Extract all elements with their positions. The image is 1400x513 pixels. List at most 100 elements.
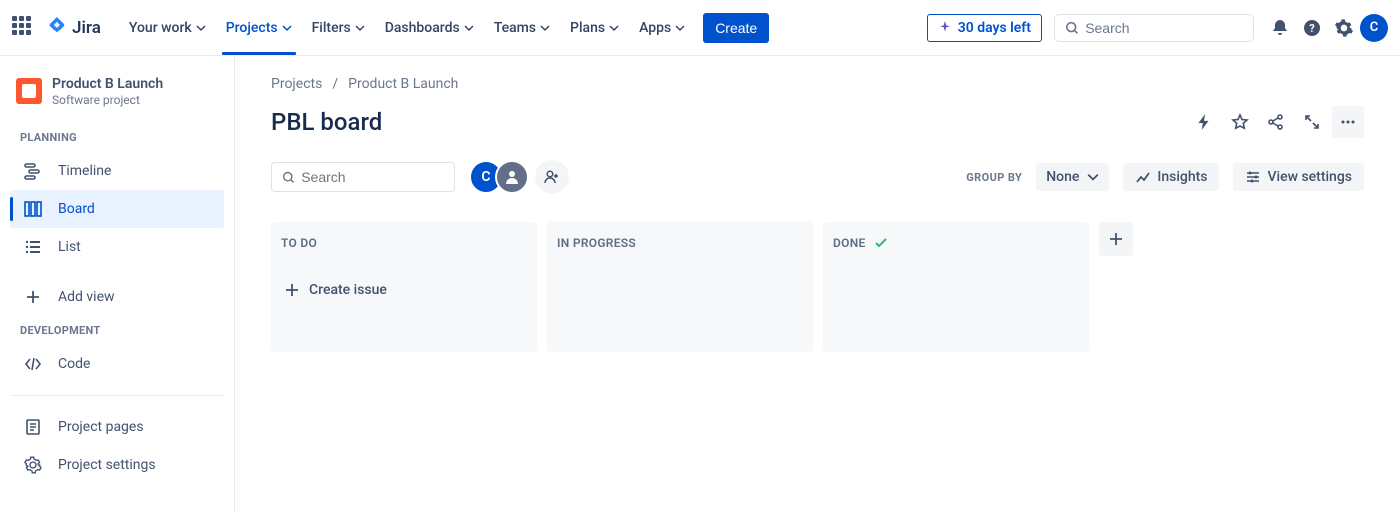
sidebar-item-label: Timeline <box>58 163 111 179</box>
create-issue-label: Create issue <box>309 282 387 298</box>
board-icon <box>22 198 44 220</box>
sidebar-item-project-pages[interactable]: Project pages <box>10 408 224 446</box>
chevron-down-icon <box>609 23 619 33</box>
chevron-down-icon <box>464 23 474 33</box>
star-button[interactable] <box>1224 106 1256 138</box>
sidebar-item-label: Project pages <box>58 419 144 435</box>
avatar-unassigned[interactable] <box>495 160 529 194</box>
nav-item-your-work[interactable]: Your work <box>119 0 216 55</box>
gear-icon <box>22 454 44 476</box>
lightning-icon <box>1195 113 1213 131</box>
project-name: Product B Launch <box>52 76 163 93</box>
person-icon <box>503 168 521 186</box>
group-by-dropdown[interactable]: None <box>1036 163 1109 191</box>
jira-logo-icon <box>46 17 68 39</box>
jira-logo-text: Jira <box>72 18 101 38</box>
top-nav: Jira Your work Projects Filters Dashboar… <box>0 0 1400 56</box>
column-in-progress: IN PROGRESS <box>547 222 813 352</box>
nav-item-teams[interactable]: Teams <box>484 0 560 55</box>
chevron-down-icon <box>1087 171 1099 183</box>
notifications-button[interactable] <box>1264 12 1296 44</box>
nav-item-apps[interactable]: Apps <box>629 0 695 55</box>
board-search-input[interactable] <box>301 169 444 185</box>
sparkle-icon <box>938 21 952 35</box>
insights-button[interactable]: Insights <box>1123 163 1219 191</box>
chevron-down-icon <box>540 23 550 33</box>
insights-label: Insights <box>1157 169 1207 185</box>
nav-items: Your work Projects Filters Dashboards Te… <box>119 0 769 55</box>
search-icon <box>1065 20 1079 36</box>
column-todo: TO DO Create issue <box>271 222 537 352</box>
add-column-button[interactable] <box>1099 222 1133 256</box>
create-button[interactable]: Create <box>703 13 769 43</box>
chart-icon <box>1135 169 1151 185</box>
project-header[interactable]: Product B Launch Software project <box>10 76 224 123</box>
nav-item-label: Plans <box>570 20 605 36</box>
app-switcher-icon[interactable] <box>12 16 36 40</box>
plus-icon <box>285 283 299 297</box>
gear-icon <box>1334 18 1354 38</box>
nav-item-plans[interactable]: Plans <box>560 0 629 55</box>
page-icon <box>22 416 44 438</box>
chevron-down-icon <box>675 23 685 33</box>
nav-item-dashboards[interactable]: Dashboards <box>375 0 484 55</box>
assignee-filter: C <box>469 160 569 194</box>
settings-button[interactable] <box>1328 12 1360 44</box>
sidebar-item-add-view[interactable]: Add view <box>10 278 224 316</box>
help-button[interactable]: ? <box>1296 12 1328 44</box>
sidebar-item-project-settings[interactable]: Project settings <box>10 446 224 484</box>
chevron-down-icon <box>282 23 292 33</box>
sidebar-item-label: Project settings <box>58 457 156 473</box>
column-title: TO DO <box>281 236 527 250</box>
create-issue-button[interactable]: Create issue <box>281 278 527 302</box>
nav-item-label: Dashboards <box>385 20 460 36</box>
breadcrumb-separator: / <box>332 76 338 92</box>
sidebar-item-list[interactable]: List <box>10 228 224 266</box>
column-done: DONE <box>823 222 1089 352</box>
nav-item-label: Apps <box>639 20 671 36</box>
automation-button[interactable] <box>1188 106 1220 138</box>
sidebar-item-board[interactable]: Board <box>10 190 224 228</box>
search-icon <box>282 170 295 185</box>
filter-row: C GROUP BY None Insights View settings <box>271 160 1364 194</box>
breadcrumb-root[interactable]: Projects <box>271 76 322 92</box>
board-columns: TO DO Create issue IN PROGRESS DONE <box>271 222 1364 352</box>
column-title-text: DONE <box>833 236 866 250</box>
list-icon <box>22 236 44 258</box>
sidebar-item-label: Add view <box>58 289 115 305</box>
code-icon <box>22 353 44 375</box>
star-icon <box>1231 113 1249 131</box>
group-by-label: GROUP BY <box>966 171 1022 184</box>
board-title: PBL board <box>271 108 382 136</box>
help-icon: ? <box>1302 18 1322 38</box>
nav-item-label: Projects <box>226 20 278 36</box>
trial-days-button[interactable]: 30 days left <box>927 14 1042 42</box>
sidebar-divider <box>10 395 224 396</box>
user-avatar[interactable]: C <box>1360 14 1388 42</box>
share-button[interactable] <box>1260 106 1292 138</box>
timeline-icon <box>22 160 44 182</box>
jira-logo[interactable]: Jira <box>46 17 101 39</box>
nav-item-label: Teams <box>494 20 536 36</box>
sidebar-item-timeline[interactable]: Timeline <box>10 152 224 190</box>
trial-days-label: 30 days left <box>958 20 1031 36</box>
nav-item-filters[interactable]: Filters <box>302 0 375 55</box>
person-plus-icon <box>543 168 561 186</box>
sidebar-item-label: List <box>58 239 81 255</box>
breadcrumb-current[interactable]: Product B Launch <box>348 76 458 92</box>
global-search-input[interactable] <box>1085 20 1243 36</box>
global-search[interactable] <box>1054 14 1254 42</box>
sidebar-item-code[interactable]: Code <box>10 345 224 383</box>
share-icon <box>1267 113 1285 131</box>
column-title: DONE <box>833 236 1079 250</box>
add-person-button[interactable] <box>535 160 569 194</box>
more-button[interactable] <box>1332 106 1364 138</box>
nav-item-projects[interactable]: Projects <box>216 0 302 55</box>
view-settings-button[interactable]: View settings <box>1233 163 1364 191</box>
sidebar: Product B Launch Software project PLANNI… <box>0 56 235 513</box>
sliders-icon <box>1245 169 1261 185</box>
sidebar-item-label: Code <box>58 356 90 372</box>
check-icon <box>874 236 888 250</box>
board-search[interactable] <box>271 162 455 192</box>
fullscreen-button[interactable] <box>1296 106 1328 138</box>
